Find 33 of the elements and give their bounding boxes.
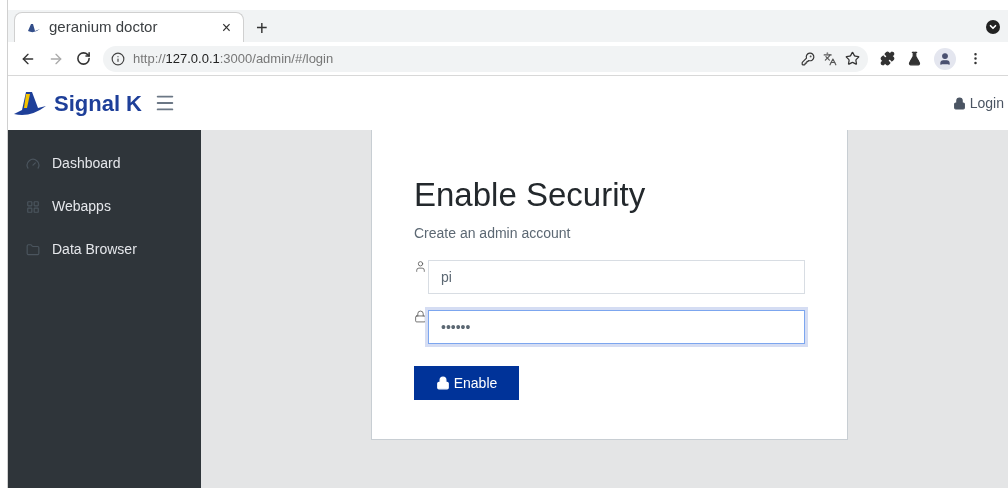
input-field[interactable]: ••••••	[428, 310, 805, 345]
translate-icon[interactable]	[823, 51, 837, 66]
lock-icon	[435, 376, 450, 391]
tab-search-icon[interactable]	[986, 20, 1000, 34]
form-subtitle: Create an admin account	[414, 224, 572, 244]
info-icon	[111, 51, 125, 66]
flask-icon[interactable]	[907, 51, 922, 66]
grid-icon	[26, 199, 40, 214]
form-title: Enable Security	[414, 175, 647, 215]
enable-button[interactable]: Enable	[414, 366, 519, 401]
tab-title: geranium doctor	[49, 17, 159, 38]
input-field[interactable]: pi	[428, 260, 805, 295]
reload-icon[interactable]	[76, 51, 91, 66]
url-text: http://127.0.0.1:3000/admin/#/login	[133, 49, 335, 68]
address-bar[interactable]: http://127.0.0.1:3000/admin/#/login	[103, 45, 868, 72]
folder-icon	[26, 242, 40, 257]
sidebar-item[interactable]: Dashboard	[8, 142, 201, 185]
ship-logo-icon	[27, 21, 41, 34]
browser-tab[interactable]: geranium doctor ×	[14, 12, 244, 42]
puzzle-icon[interactable]	[880, 51, 895, 66]
lock-icon	[414, 310, 427, 324]
key-icon[interactable]	[801, 51, 815, 66]
brand-name: Signal K	[54, 89, 142, 118]
sidebar-item[interactable]: Data Browser	[8, 228, 201, 271]
new-tab-button[interactable]: +	[256, 18, 268, 38]
profile-icon[interactable]	[934, 47, 956, 70]
gauge-icon	[26, 156, 40, 171]
sidebar-item[interactable]: Webapps	[8, 185, 201, 228]
user-icon	[414, 260, 427, 274]
login-link[interactable]: Login	[952, 92, 1004, 114]
tab-close-button[interactable]: ×	[221, 15, 231, 40]
lock-icon	[952, 96, 966, 110]
star-icon[interactable]	[845, 51, 860, 66]
